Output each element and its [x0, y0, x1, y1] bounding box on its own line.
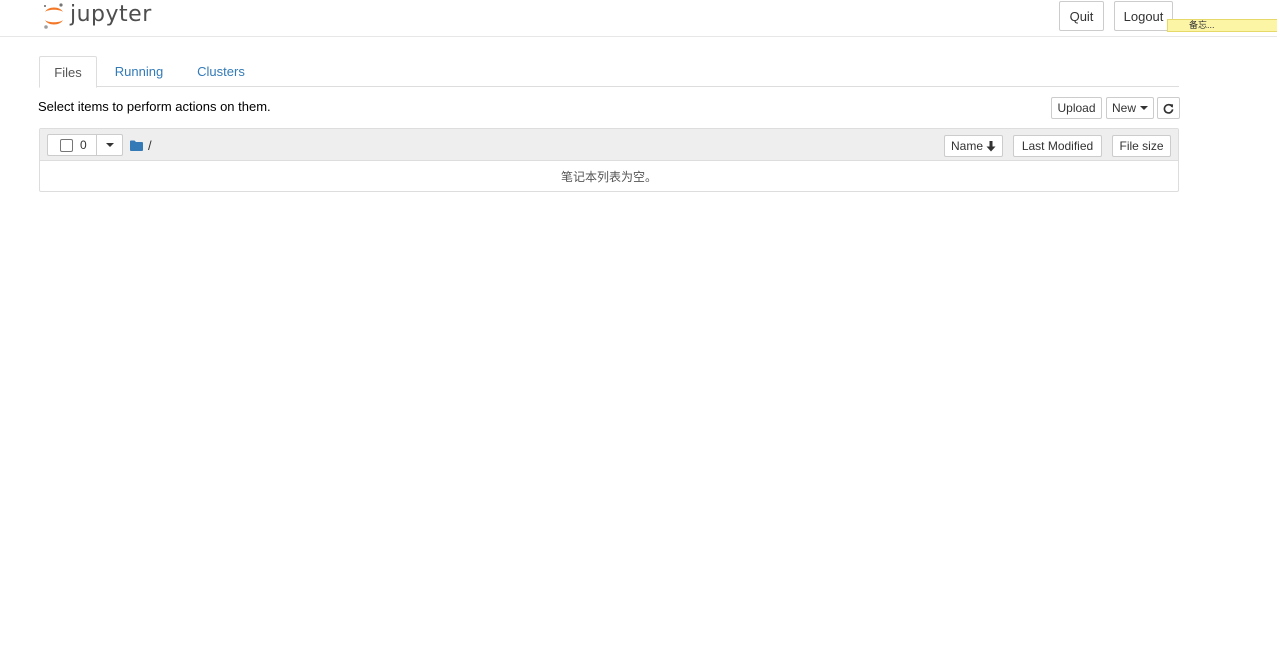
memo-tooltip[interactable]: 备忘...	[1167, 19, 1277, 32]
sort-name-label: Name	[950, 139, 983, 153]
tab-clusters[interactable]: Clusters	[187, 56, 255, 87]
folder-icon	[130, 140, 143, 151]
sort-last-modified-button[interactable]: Last Modified	[1013, 135, 1102, 157]
sort-file-size-button[interactable]: File size	[1112, 135, 1171, 157]
select-dropdown-button[interactable]	[97, 134, 123, 156]
tab-bar: Files Running Clusters	[39, 56, 1179, 88]
tab-running[interactable]: Running	[105, 56, 173, 87]
refresh-button[interactable]	[1157, 97, 1180, 119]
logout-button[interactable]: Logout	[1114, 1, 1173, 31]
empty-list-message: 笔记本列表为空。	[560, 170, 657, 184]
arrow-down-icon	[986, 140, 996, 151]
select-all-group: 0	[47, 134, 123, 156]
logo-text: jupyter	[70, 1, 152, 27]
breadcrumb-root[interactable]: /	[148, 138, 152, 153]
caret-down-icon	[1140, 106, 1148, 110]
caret-down-icon	[105, 143, 114, 147]
select-all-button[interactable]: 0	[47, 134, 97, 156]
upload-button[interactable]: Upload	[1051, 97, 1102, 119]
list-header: 0 / Name Last Modified File size	[40, 129, 1178, 161]
new-dropdown-button[interactable]: New	[1106, 97, 1154, 119]
jupyter-logo[interactable]: jupyter	[42, 1, 152, 31]
sort-name-button[interactable]: Name	[944, 135, 1003, 157]
notebook-list: 0 / Name Last Modified File size 笔记本列表为空…	[39, 128, 1179, 192]
selection-hint: Select items to perform actions on them.	[38, 99, 271, 114]
selected-count: 0	[80, 138, 87, 152]
jupyter-logo-icon	[44, 3, 63, 29]
new-label: New	[1111, 101, 1136, 115]
breadcrumb[interactable]: /	[130, 137, 152, 153]
refresh-icon	[1163, 103, 1174, 114]
select-all-checkbox[interactable]	[60, 138, 73, 152]
quit-button[interactable]: Quit	[1059, 1, 1104, 31]
header: jupyter Quit Logout	[0, 0, 1277, 37]
tab-files[interactable]: Files	[39, 56, 97, 88]
